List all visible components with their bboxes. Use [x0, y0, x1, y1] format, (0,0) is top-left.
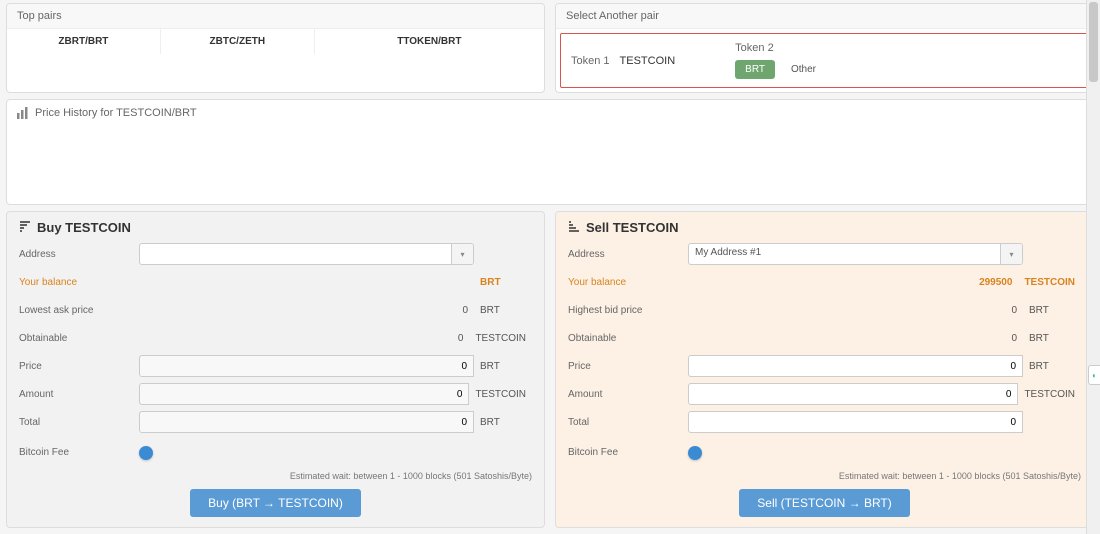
- sell-price-label: Price: [568, 361, 688, 372]
- sell-address-select[interactable]: My Address #1 ▾: [688, 243, 1023, 265]
- buy-total-unit: BRT: [474, 413, 532, 432]
- sell-wait-text: Estimated wait: between 1 - 1000 blocks …: [568, 471, 1081, 481]
- price-history-title: Price History for TESTCOIN/BRT: [35, 107, 197, 119]
- buy-balance-label: Your balance: [19, 277, 139, 288]
- buy-amount-input[interactable]: [139, 383, 469, 405]
- token2-label: Token 2: [735, 42, 822, 54]
- sell-panel: Sell TESTCOIN Address My Address #1 ▾ Yo…: [555, 211, 1094, 528]
- sell-obtainable-unit: BRT: [1023, 329, 1081, 348]
- buy-obtainable-value: 0: [139, 333, 469, 344]
- select-pair-body: Token 1 TESTCOIN Token 2 BRT Other: [560, 33, 1089, 88]
- other-button[interactable]: Other: [785, 60, 822, 79]
- sell-balance-unit: TESTCOIN: [1018, 273, 1081, 292]
- buy-address-select[interactable]: ▾: [139, 243, 474, 265]
- brt-button[interactable]: BRT: [735, 60, 775, 79]
- sell-price-input[interactable]: [688, 355, 1023, 377]
- buy-address-label: Address: [19, 249, 139, 260]
- slider-thumb-icon[interactable]: [688, 446, 702, 460]
- buy-price-unit: BRT: [474, 357, 532, 376]
- price-history-card: Price History for TESTCOIN/BRT: [6, 99, 1094, 205]
- slider-thumb-icon[interactable]: [139, 446, 153, 460]
- vertical-scrollbar[interactable]: [1086, 0, 1100, 534]
- sell-balance-label: Your balance: [568, 277, 688, 288]
- sell-total-input[interactable]: [688, 411, 1023, 433]
- token1-label: Token 1: [571, 55, 610, 67]
- buy-lowest-ask-value: 0: [139, 305, 474, 316]
- buy-price-input[interactable]: [139, 355, 474, 377]
- sell-amount-unit: TESTCOIN: [1018, 385, 1081, 404]
- buy-obtainable-unit: TESTCOIN: [469, 329, 532, 348]
- pair-ttoken-brt[interactable]: TTOKEN/BRT: [315, 29, 544, 54]
- buy-total-input[interactable]: [139, 411, 474, 433]
- sell-highest-bid-unit: BRT: [1023, 301, 1081, 320]
- top-pairs-header: Top pairs: [7, 4, 544, 29]
- chevron-down-icon[interactable]: ▾: [1000, 244, 1022, 264]
- sell-address-label: Address: [568, 249, 688, 260]
- top-pairs-card: Top pairs ZBRT/BRT ZBTC/ZETH TTOKEN/BRT: [6, 3, 545, 93]
- sell-obtainable-value: 0: [688, 333, 1023, 344]
- token1-value[interactable]: TESTCOIN: [620, 55, 676, 67]
- sort-asc-icon: [568, 220, 580, 235]
- buy-amount-label: Amount: [19, 389, 139, 400]
- sort-desc-icon: [19, 220, 31, 235]
- select-pair-card: Select Another pair Token 1 TESTCOIN Tok…: [555, 3, 1094, 93]
- buy-obtainable-label: Obtainable: [19, 333, 139, 344]
- chevron-down-icon[interactable]: ▾: [451, 244, 473, 264]
- buy-panel: Buy TESTCOIN Address ▾ Your balance BRT: [6, 211, 545, 528]
- sell-amount-label: Amount: [568, 389, 688, 400]
- sell-total-unit: [1023, 418, 1081, 426]
- side-widget-icon[interactable]: ◐: [1088, 365, 1100, 385]
- sell-total-label: Total: [568, 417, 688, 428]
- buy-balance-unit: BRT: [474, 273, 532, 292]
- buy-price-label: Price: [19, 361, 139, 372]
- buy-lowest-ask-label: Lowest ask price: [19, 305, 139, 316]
- pair-zbrt-brt[interactable]: ZBRT/BRT: [7, 29, 161, 54]
- sell-obtainable-label: Obtainable: [568, 333, 688, 344]
- buy-title: Buy TESTCOIN: [37, 220, 131, 235]
- buy-wait-text: Estimated wait: between 1 - 1000 blocks …: [19, 471, 532, 481]
- select-pair-header: Select Another pair: [556, 4, 1093, 29]
- bar-chart-icon: [17, 107, 29, 119]
- sell-button[interactable]: Sell (TESTCOIN → BRT): [739, 489, 909, 517]
- buy-fee-label: Bitcoin Fee: [19, 447, 139, 458]
- buy-lowest-ask-unit: BRT: [474, 301, 532, 320]
- sell-balance-value: 299500: [688, 277, 1018, 288]
- sell-highest-bid-value: 0: [688, 305, 1023, 316]
- sell-title: Sell TESTCOIN: [586, 220, 678, 235]
- pair-zbtc-zeth[interactable]: ZBTC/ZETH: [161, 29, 315, 54]
- sell-amount-input[interactable]: [688, 383, 1018, 405]
- sell-fee-label: Bitcoin Fee: [568, 447, 688, 458]
- sell-highest-bid-label: Highest bid price: [568, 305, 688, 316]
- sell-price-unit: BRT: [1023, 357, 1081, 376]
- buy-button[interactable]: Buy (BRT → TESTCOIN): [190, 489, 361, 517]
- buy-total-label: Total: [19, 417, 139, 428]
- buy-amount-unit: TESTCOIN: [469, 385, 532, 404]
